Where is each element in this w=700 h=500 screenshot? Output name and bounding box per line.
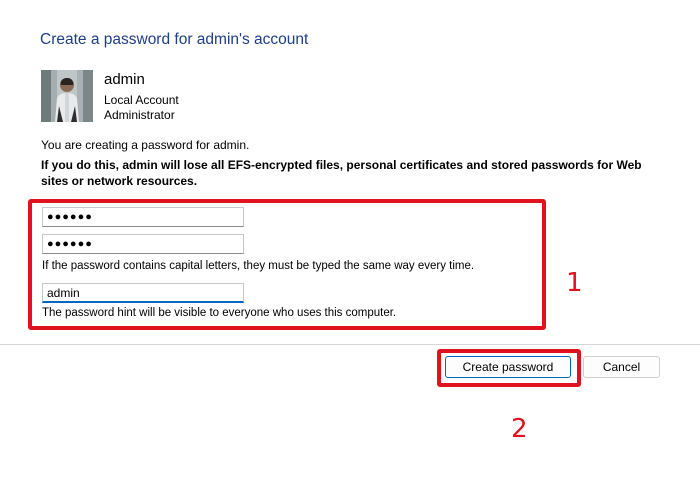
annotation-box-fields	[28, 199, 546, 330]
user-avatar-icon	[41, 70, 93, 122]
warning-text: If you do this, admin will lose all EFS-…	[41, 158, 642, 188]
info-text: You are creating a password for admin.	[41, 138, 250, 152]
page-title: Create a password for admin's account	[40, 31, 309, 48]
divider	[0, 344, 700, 345]
account-type: Local Account	[104, 93, 179, 107]
create-password-dialog: Create a password for admin's account ad…	[0, 0, 700, 500]
annotation-label-1: 1	[566, 268, 583, 298]
avatar	[41, 70, 93, 122]
cancel-button[interactable]: Cancel	[583, 356, 660, 378]
account-role: Administrator	[104, 108, 175, 122]
annotation-label-2: 2	[511, 414, 528, 444]
annotation-box-button	[437, 349, 581, 387]
account-name: admin	[104, 71, 145, 88]
